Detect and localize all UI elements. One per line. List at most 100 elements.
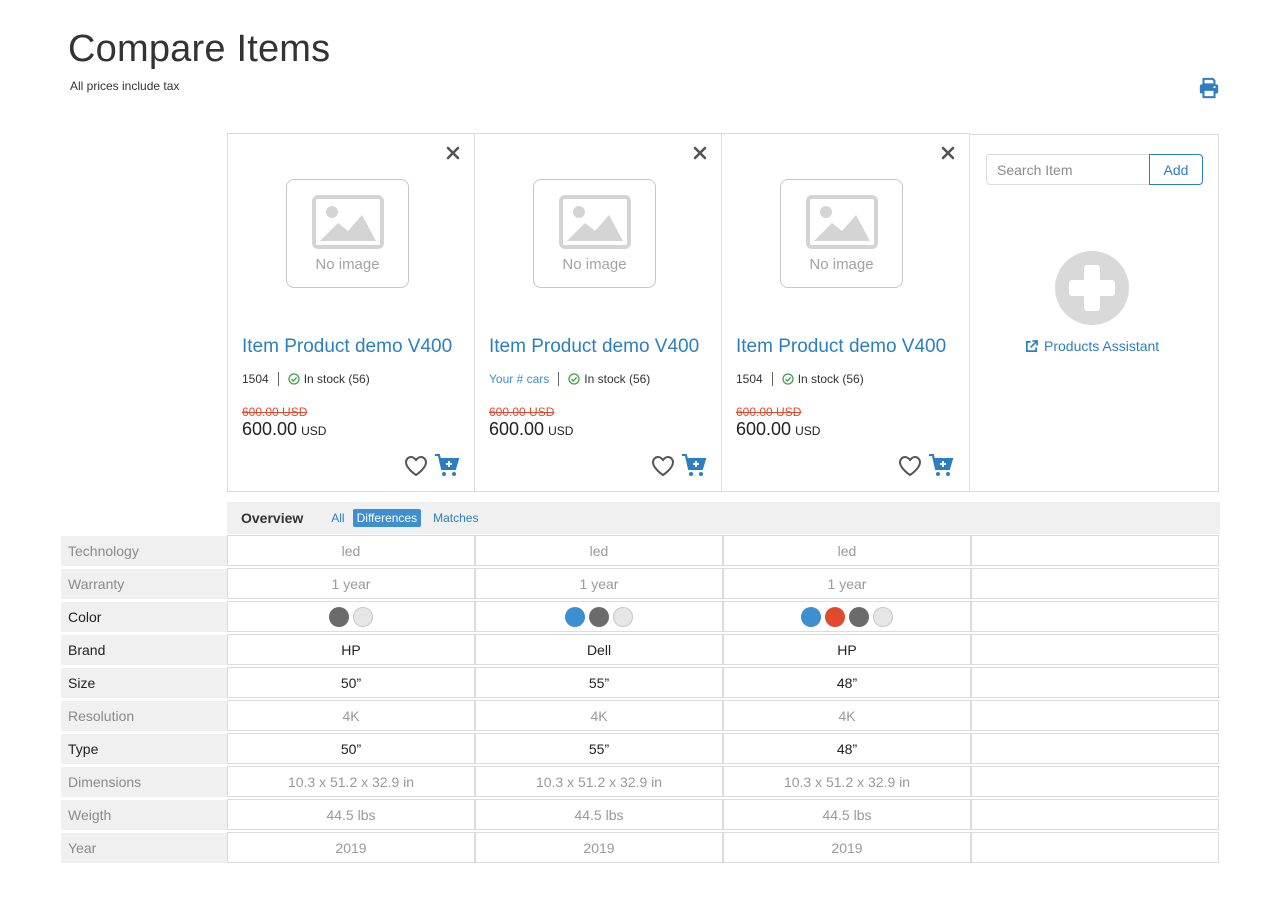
add-to-cart-icon[interactable] [681,453,707,477]
spec-cell: 2019 [227,832,475,863]
stock-status: In stock (56) [797,372,864,386]
spec-cell: 50” [227,667,475,698]
spec-cell-empty [971,799,1219,830]
stock-status: In stock (56) [584,372,651,386]
color-swatch[interactable] [613,606,633,627]
spec-label: Warranty [61,569,227,599]
spec-row: Color [61,601,1220,632]
check-circle-icon [568,373,580,385]
product-name-link[interactable]: Item Product demo V400 [736,336,946,358]
product-code[interactable]: Your # cars [489,372,549,386]
filter-differences[interactable]: Differences [352,509,422,527]
spec-cell-empty [971,733,1219,764]
meta-divider [277,372,279,386]
spec-label: Type [61,734,227,764]
heart-icon[interactable] [404,455,428,477]
current-price: 600.00 USD [489,419,573,440]
spec-cell: HP [723,634,971,665]
add-product-icon[interactable] [1055,251,1129,325]
product-card: No image Item Product demo V400 Your # c… [475,134,722,491]
spec-row: Dimensions 10.3 x 51.2 x 32.9 in 10.3 x 51… [61,766,1220,797]
filter-all[interactable]: All [327,509,348,527]
spec-row: Weigth 44.5 lbs 44.5 lbs 44.5 lbs [61,799,1220,830]
color-swatch[interactable] [329,606,349,627]
close-icon[interactable] [941,146,955,160]
heart-icon[interactable] [898,455,922,477]
spec-cell: 4K [475,700,723,731]
external-link-icon [1026,339,1038,352]
product-name-link[interactable]: Item Product demo V400 [242,336,452,358]
product-code: 1504 [242,372,269,386]
spec-row: Year 2019 2019 2019 [61,832,1220,863]
product-image-placeholder: No image [533,179,656,288]
color-swatch[interactable] [589,606,609,627]
spec-row: Type 50” 55” 48” [61,733,1220,764]
stock-status: In stock (56) [303,372,370,386]
check-circle-icon [782,373,794,385]
old-price: 600.00 USD [489,405,555,419]
spec-cell: 4K [227,700,475,731]
spec-cell: 55” [475,733,723,764]
spec-cell: 50” [227,733,475,764]
spec-label: Year [61,833,227,863]
spec-cell-empty [971,832,1219,863]
close-icon[interactable] [446,146,460,160]
spec-cell-empty [971,700,1219,731]
product-meta: 1504 In stock (56) [736,372,864,386]
image-icon [559,195,631,249]
product-cards: No image Item Product demo V400 1504 In … [227,133,970,492]
add-to-cart-icon[interactable] [928,453,954,477]
spec-label: Color [61,602,227,632]
current-price: 600.00 USD [736,419,820,440]
spec-row: Brand HP Dell HP [61,634,1220,665]
add-item-button[interactable]: Add [1149,154,1203,185]
product-meta: Your # cars In stock (56) [489,372,650,386]
spec-cell: 44.5 lbs [723,799,971,830]
add-item-panel: Add Products Assistant [969,134,1219,492]
spec-cell: led [475,535,723,566]
close-icon[interactable] [693,146,707,160]
price-amount: 600.00 [736,419,792,439]
spec-cell: led [723,535,971,566]
add-to-cart-icon[interactable] [434,453,460,477]
filter-matches[interactable]: Matches [429,509,482,527]
spec-cell: HP [227,634,475,665]
spec-cell-empty [971,667,1219,698]
image-icon [312,195,384,249]
search-item-input[interactable] [986,154,1150,185]
spec-cell: 2019 [475,832,723,863]
spec-cell [227,601,475,632]
color-swatch[interactable] [353,606,373,627]
spec-cell: 1 year [723,568,971,599]
no-image-label: No image [809,256,874,273]
products-assistant-link[interactable]: Products Assistant [1025,338,1159,354]
page-title: Compare Items [68,28,331,70]
spec-cell: 1 year [227,568,475,599]
spec-label: Dimensions [61,767,227,797]
spec-cell: 10.3 x 51.2 x 32.9 in [475,766,723,797]
color-swatch[interactable] [873,606,893,627]
color-swatch[interactable] [849,606,869,627]
color-swatch[interactable] [825,606,845,627]
product-name-link[interactable]: Item Product demo V400 [489,336,699,358]
spec-cell: 1 year [475,568,723,599]
overview-title: Overview [241,510,304,526]
products-assistant-label: Products Assistant [1044,338,1160,354]
product-meta: 1504 In stock (56) [242,372,370,386]
spec-cell: 4K [723,700,971,731]
spec-row: Warranty 1 year 1 year 1 year [61,568,1220,599]
price-currency: USD [301,424,327,438]
print-icon[interactable] [1198,77,1220,99]
price-amount: 600.00 [242,419,298,439]
color-swatch[interactable] [801,606,821,627]
spec-cell: led [227,535,475,566]
spec-row: Size 50” 55” 48” [61,667,1220,698]
color-swatch[interactable] [565,606,585,627]
product-card: No image Item Product demo V400 1504 In … [228,134,475,491]
price-tax-note: All prices include tax [70,79,180,93]
heart-icon[interactable] [651,455,675,477]
spec-cell: Dell [475,634,723,665]
spec-cell: 44.5 lbs [227,799,475,830]
overview-bar: Overview All Differences Matches [227,502,1220,534]
spec-cell: 44.5 lbs [475,799,723,830]
